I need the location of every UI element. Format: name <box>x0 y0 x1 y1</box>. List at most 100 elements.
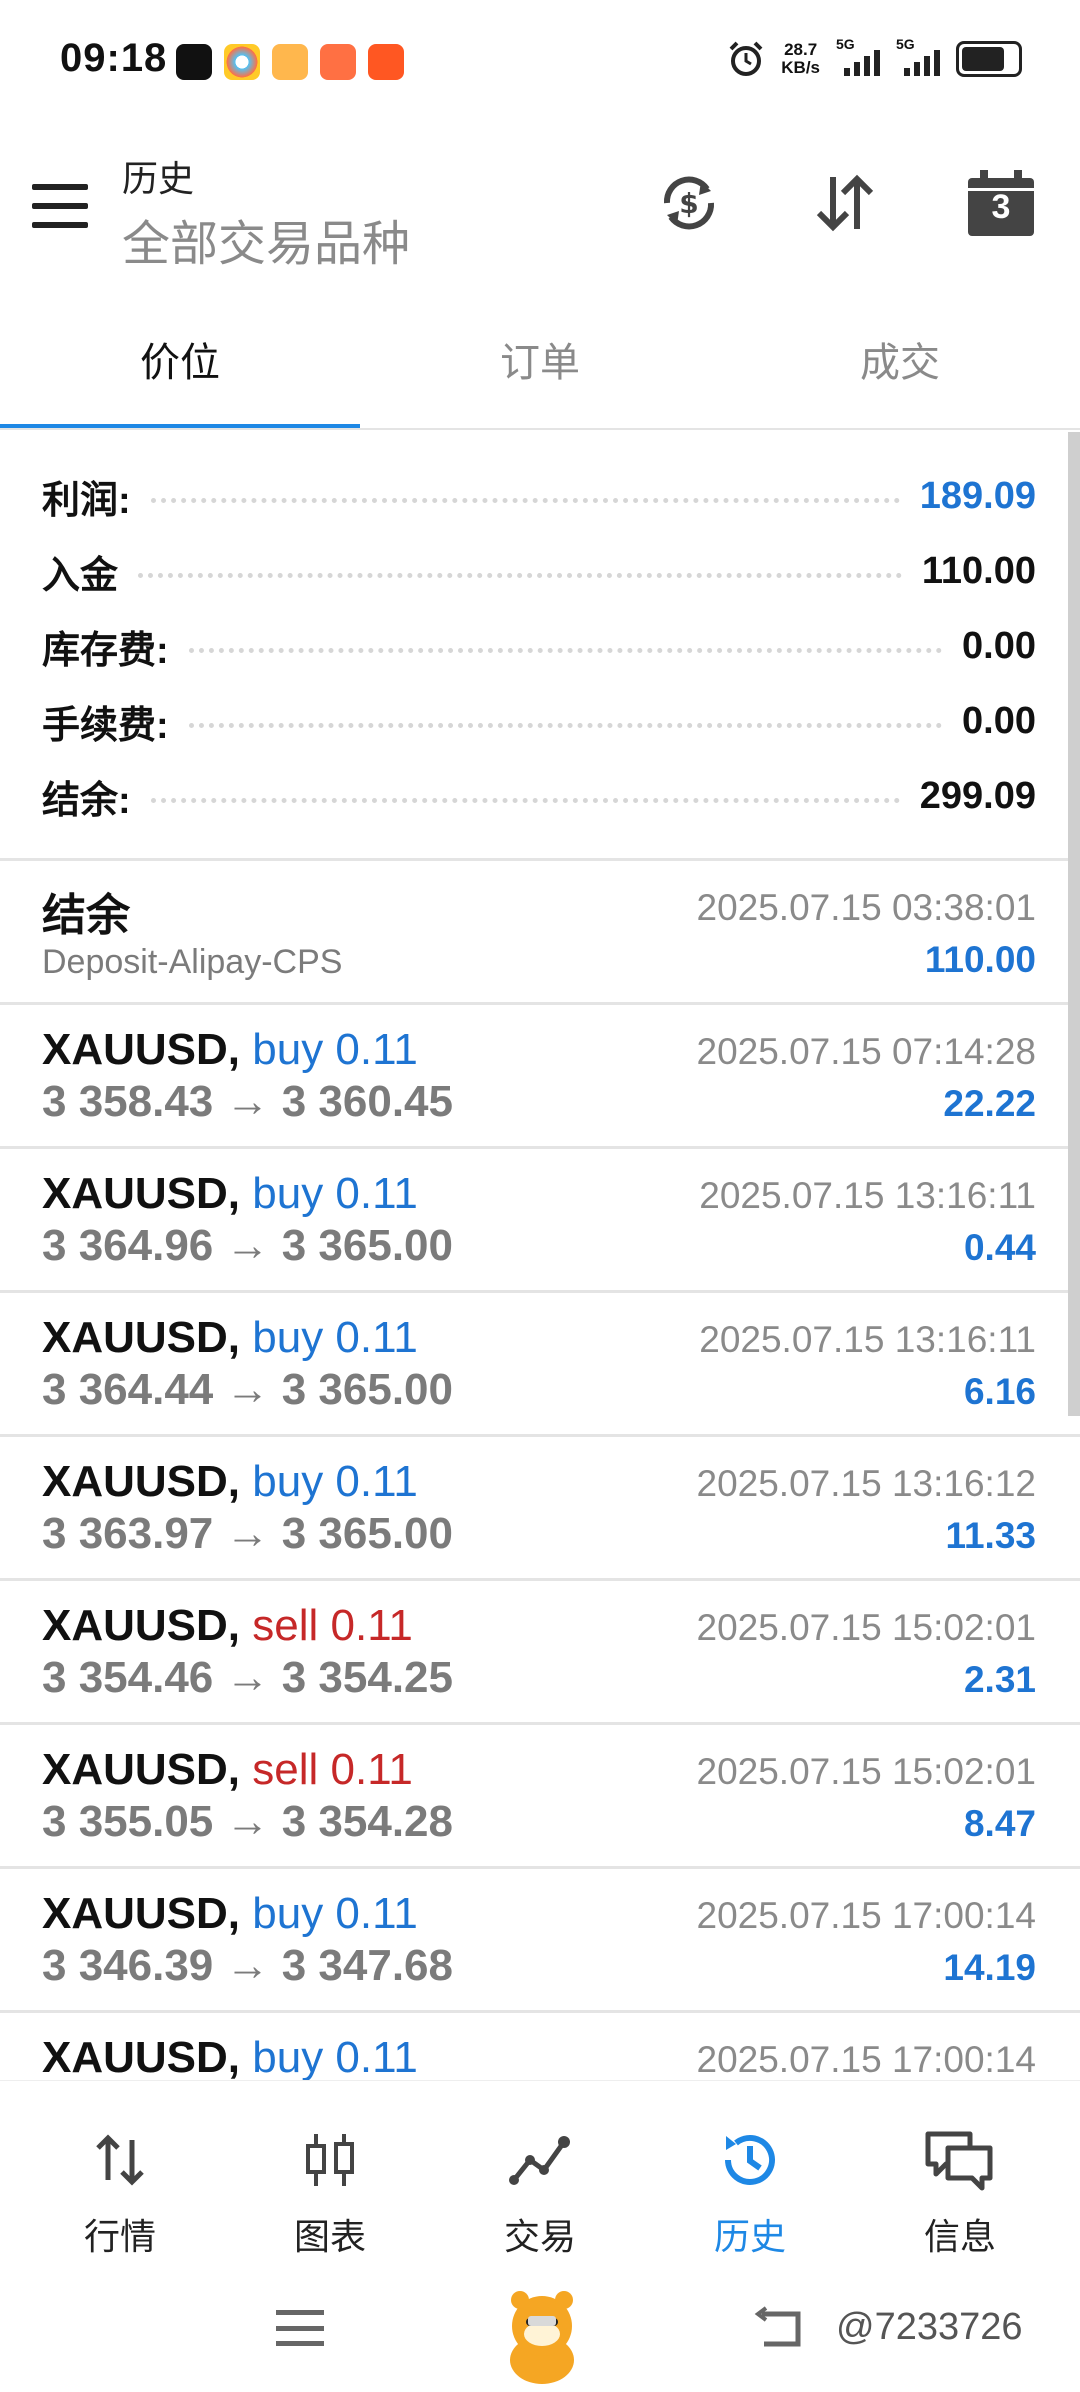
battery-icon <box>956 41 1022 77</box>
sort-icon[interactable] <box>810 168 880 238</box>
deal-title: XAUUSD, sell 0.11 <box>42 1601 413 1651</box>
nav-label: 信息 <box>923 2216 996 2257</box>
deal-time: 2025.07.15 15:02:01 <box>696 1751 1037 1792</box>
deal-row[interactable]: XAUUSD, sell 0.11 3 355.05 → 3 354.28 20… <box>0 1725 1080 1869</box>
deal-profit: 8.47 <box>963 1803 1036 1844</box>
deal-title: XAUUSD, buy 0.11 <box>42 1169 418 1219</box>
deal-time: 2025.07.15 17:00:14 <box>696 1895 1037 1936</box>
signal-icon: 5G <box>896 36 940 76</box>
summary-label: 库存费: <box>42 629 169 672</box>
notification-icons <box>176 44 404 80</box>
summary-value: 110.00 <box>921 549 1036 592</box>
taobao-icon <box>320 44 356 80</box>
nav-item-quotes[interactable]: 行情 <box>12 2120 228 2260</box>
net-speed-value: 28.7 <box>784 40 818 59</box>
pinwheel-app-icon <box>224 44 260 80</box>
sparkle-app-icon <box>368 44 404 80</box>
deal-symbol: XAUUSD, <box>42 1601 241 1650</box>
deal-profit: 14.19 <box>943 1947 1036 1988</box>
deal-side: buy 0.11 <box>252 1457 418 1506</box>
deal-symbol: XAUUSD, <box>42 1889 241 1938</box>
quotes-icon <box>12 2120 228 2200</box>
balance-entry[interactable]: 结余 Deposit-Alipay-CPS 2025.07.15 03:38:0… <box>0 861 1080 1005</box>
deal-symbol: XAUUSD, <box>42 1025 241 1074</box>
symbol-filter[interactable]: 全部交易品种 <box>122 204 410 274</box>
deal-symbol: XAUUSD, <box>42 1169 241 1218</box>
deal-side: buy 0.11 <box>252 1025 418 1074</box>
deal-title: XAUUSD, sell 0.11 <box>42 1745 413 1795</box>
nav-item-trade[interactable]: 交易 <box>432 2120 648 2260</box>
deal-title: XAUUSD, buy 0.11 <box>42 2033 418 2083</box>
dot-leader <box>150 497 900 503</box>
page-title: 历史 <box>122 158 195 199</box>
deal-symbol: XAUUSD, <box>42 1313 241 1362</box>
recent-apps-icon[interactable] <box>276 2310 324 2346</box>
home-mascot-icon[interactable] <box>494 2282 590 2386</box>
net-speed: 28.7 KB/s <box>781 41 820 77</box>
deal-symbol: XAUUSD, <box>42 2033 241 2082</box>
summary-label: 利润: <box>42 479 131 522</box>
deal-row[interactable]: XAUUSD, buy 0.11 3 358.43 → 3 360.45 202… <box>0 1005 1080 1149</box>
watermark: @7233726 <box>836 2306 1023 2348</box>
calendar-icon[interactable]: 3 <box>966 168 1036 238</box>
dot-leader <box>188 647 943 653</box>
deal-title: XAUUSD, buy 0.11 <box>42 1313 418 1363</box>
scrollbar[interactable] <box>1068 432 1080 1416</box>
currency-sync-icon[interactable]: $ <box>654 168 724 238</box>
balance-amount: 110.00 <box>924 939 1036 980</box>
chart-icon <box>222 2120 438 2200</box>
nav-label: 交易 <box>503 2216 576 2257</box>
divider <box>0 428 1080 430</box>
nav-item-history[interactable]: 历史 <box>642 2120 858 2260</box>
status-right: 28.7 KB/s 5G 5G <box>727 36 1022 78</box>
deal-time: 2025.07.15 03:38:01 <box>696 887 1037 928</box>
deal-prices: 3 354.46 → 3 354.25 <box>42 1653 453 1702</box>
deal-row[interactable]: XAUUSD, buy 0.11 3 364.96 → 3 365.00 202… <box>0 1149 1080 1293</box>
summary-value: 0.00 <box>962 699 1036 742</box>
tiktok-icon <box>176 44 212 80</box>
signal-label: 5G <box>896 36 915 52</box>
deal-prices: 3 363.97 → 3 365.00 <box>42 1509 453 1558</box>
status-time: 09:18 <box>60 36 168 80</box>
summary-row-profit: 利润: 189.09 <box>42 460 1036 532</box>
nav-item-chart[interactable]: 图表 <box>222 2120 438 2260</box>
summary-row-deposit: 入金 110.00 <box>42 535 1036 607</box>
summary-row-commission: 手续费: 0.00 <box>42 685 1036 757</box>
deal-symbol: XAUUSD, <box>42 1745 241 1794</box>
summary-row-swap: 库存费: 0.00 <box>42 610 1036 682</box>
summary-row-balance: 结余: 299.09 <box>42 760 1036 832</box>
deal-prices: 3 364.96 → 3 365.00 <box>42 1221 453 1270</box>
tab-deals[interactable]: 成交 <box>720 330 1080 388</box>
status-bar: 09:18 28.7 KB/s 5G 5G <box>0 0 1080 120</box>
calendar-day: 3 <box>991 188 1011 226</box>
svg-text:$: $ <box>679 187 698 220</box>
deal-profit: 2.31 <box>963 1659 1036 1700</box>
nav-item-messages[interactable]: 信息 <box>852 2120 1068 2260</box>
deal-time: 2025.07.15 13:16:11 <box>699 1175 1036 1216</box>
tab-price[interactable]: 价位 <box>0 330 360 388</box>
nav-label: 历史 <box>713 2216 786 2257</box>
menu-icon[interactable] <box>32 184 88 228</box>
summary-value: 189.09 <box>919 474 1036 517</box>
balance-comment: Deposit-Alipay-CPS <box>42 943 343 981</box>
dot-leader <box>188 722 943 728</box>
deal-prices: 3 346.39 → 3 347.68 <box>42 1941 453 1990</box>
back-icon[interactable] <box>752 2306 806 2350</box>
tab-orders[interactable]: 订单 <box>360 330 720 388</box>
deal-side: buy 0.11 <box>252 1313 418 1362</box>
deal-profit: 11.33 <box>945 1515 1036 1556</box>
deal-side: sell 0.11 <box>252 1745 413 1794</box>
deal-row[interactable]: XAUUSD, buy 0.11 3 346.39 → 3 347.68 202… <box>0 1869 1080 2013</box>
summary-value: 0.00 <box>962 624 1036 667</box>
deal-row[interactable]: XAUUSD, buy 0.11 3 364.44 → 3 365.00 202… <box>0 1293 1080 1437</box>
game-app-icon <box>272 44 308 80</box>
deal-prices: 3 358.43 → 3 360.45 <box>42 1077 453 1126</box>
signal-label: 5G <box>836 36 855 52</box>
deal-symbol: XAUUSD, <box>42 1457 241 1506</box>
deal-time: 2025.07.15 17:00:14 <box>696 2039 1037 2080</box>
summary-value: 299.09 <box>919 774 1036 817</box>
deal-side: buy 0.11 <box>252 1169 418 1218</box>
deal-row[interactable]: XAUUSD, buy 0.11 3 363.97 → 3 365.00 202… <box>0 1437 1080 1581</box>
deal-title: XAUUSD, buy 0.11 <box>42 1889 418 1939</box>
deal-row[interactable]: XAUUSD, sell 0.11 3 354.46 → 3 354.25 20… <box>0 1581 1080 1725</box>
